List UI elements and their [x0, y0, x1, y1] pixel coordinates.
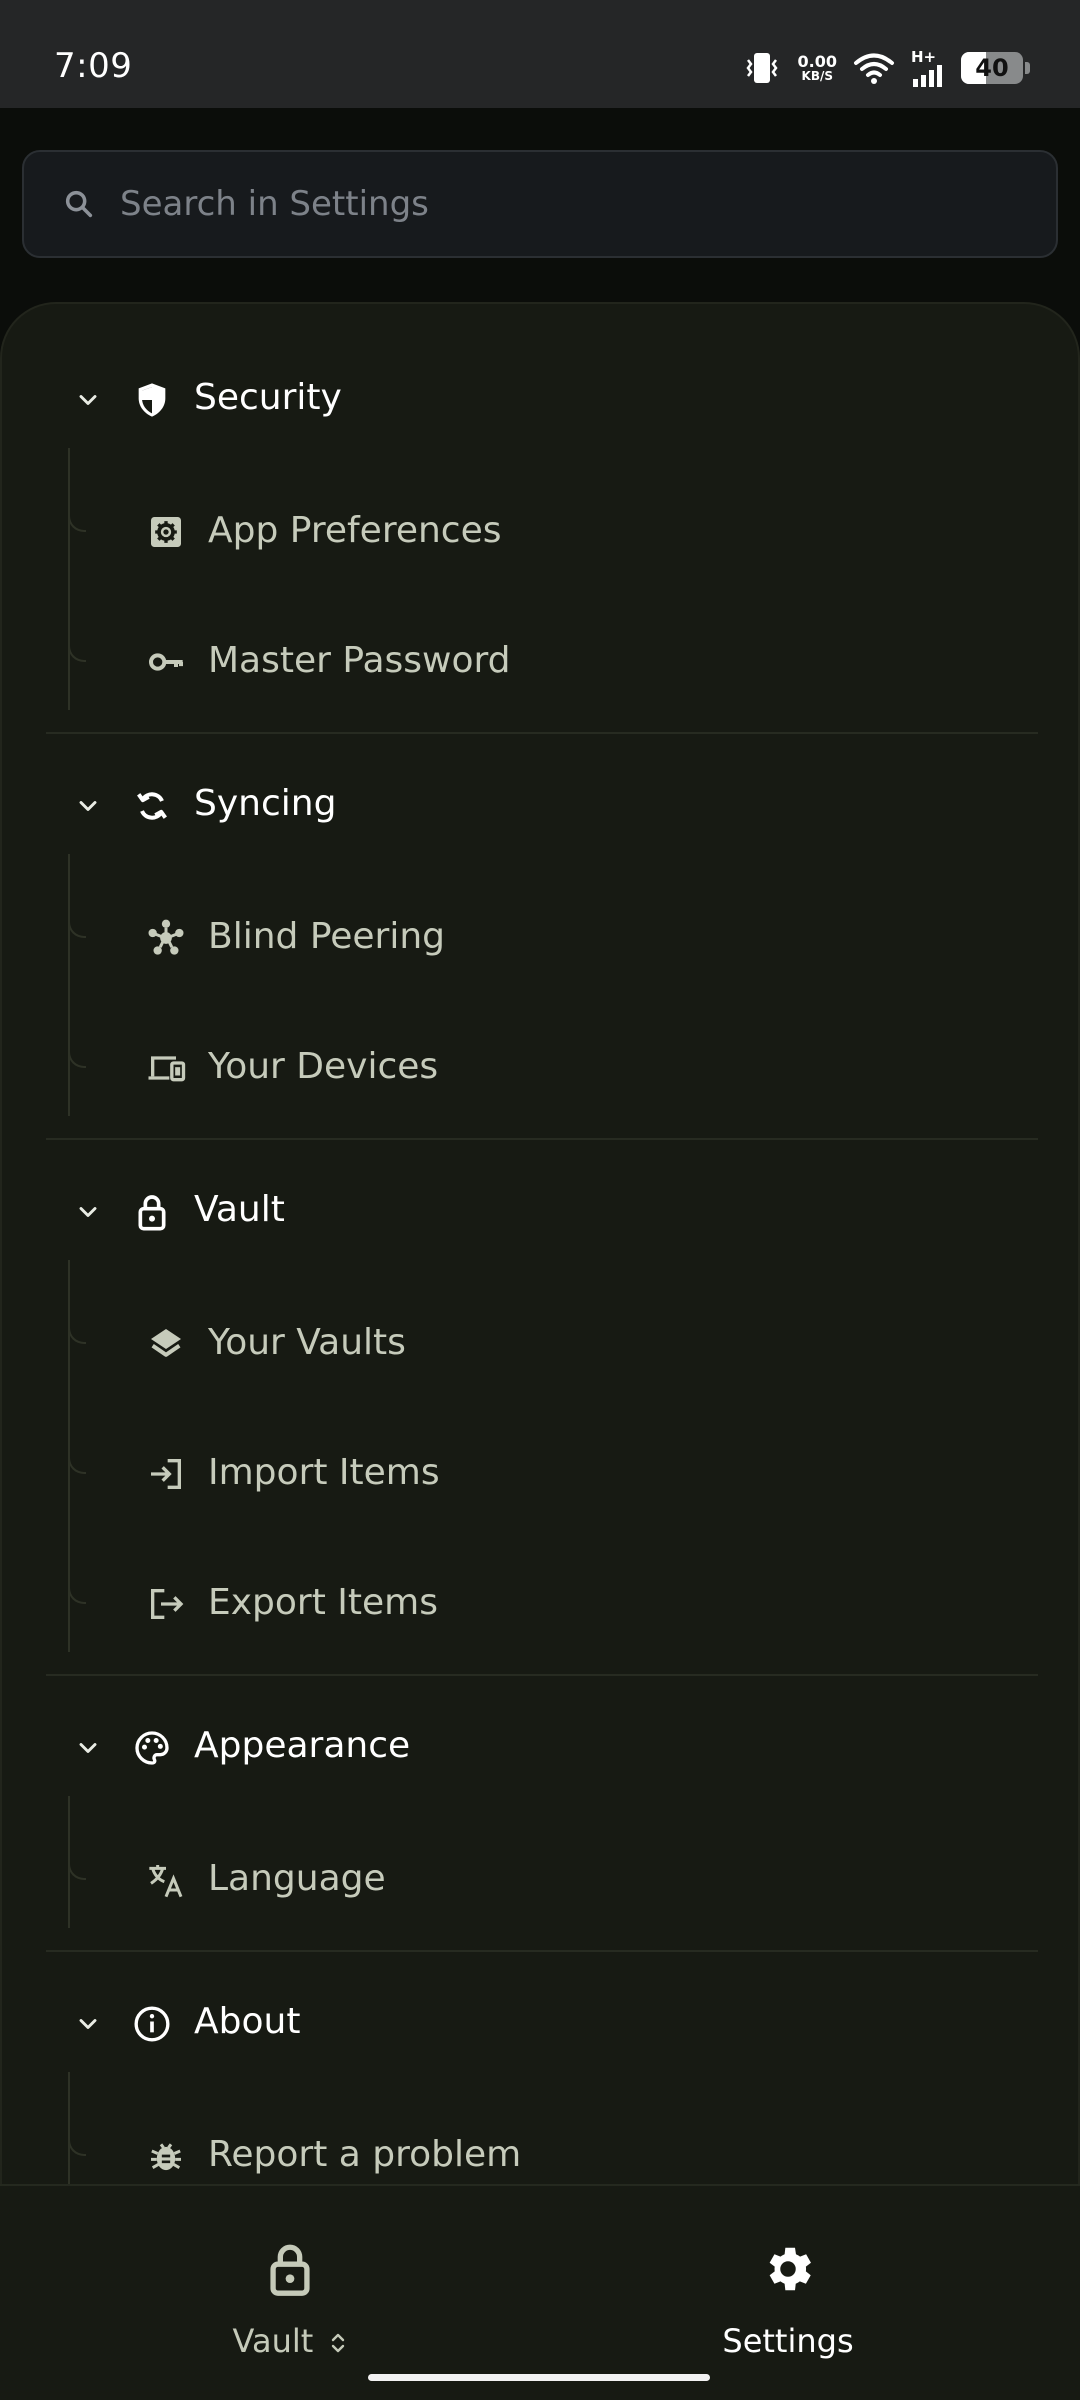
- section-title: Security: [194, 377, 342, 418]
- section-header-about[interactable]: About: [2, 1974, 1080, 2074]
- search-icon: [65, 190, 93, 218]
- unfold-icon: [332, 2333, 345, 2353]
- network-type: H+: [911, 47, 937, 66]
- bug-icon: [151, 2143, 181, 2171]
- settings-item-import-items[interactable]: Import Items: [68, 1414, 1052, 1534]
- section-divider: [46, 1950, 1038, 1952]
- import-icon: [151, 1459, 181, 1489]
- item-label: App Preferences: [208, 510, 502, 551]
- tree-elbow: [68, 1326, 86, 1344]
- nav-vault-label: Vault: [140, 2322, 440, 2360]
- status-bar: 7:09 0.00 KB/S H+ 40: [0, 0, 1080, 108]
- chevron-down-icon: [79, 801, 97, 811]
- settings-item-export-items[interactable]: Export Items: [68, 1544, 1052, 1664]
- item-label: Master Password: [208, 640, 511, 681]
- chevron-down-icon: [79, 1743, 97, 1753]
- item-label: Language: [208, 1858, 386, 1899]
- nav-vault[interactable]: Vault: [140, 2240, 440, 2370]
- network-hub-icon: [148, 919, 184, 955]
- nav-settings-label: Settings: [722, 2322, 854, 2360]
- tree-line: [68, 448, 70, 710]
- tree-elbow: [68, 1050, 86, 1068]
- key-icon: [149, 653, 183, 671]
- section-divider: [46, 1674, 1038, 1676]
- status-time: 7:09: [54, 46, 133, 86]
- tree-elbow: [68, 1586, 86, 1604]
- section-title: Vault: [194, 1189, 285, 1230]
- wifi-icon: [853, 51, 895, 85]
- tree-elbow: [68, 644, 86, 662]
- net-speed: 0.00 KB/S: [797, 52, 837, 83]
- translate-icon: [149, 1865, 183, 1898]
- cell-signal: H+: [911, 47, 945, 87]
- item-label: Your Vaults: [208, 1322, 406, 1363]
- tree-elbow: [68, 1862, 86, 1880]
- devices-icon: [148, 1056, 186, 1082]
- vibrate-icon: [742, 51, 782, 85]
- tree-line: [68, 854, 70, 1116]
- settings-panel: Security App Preferences Master Password…: [0, 302, 1080, 2204]
- section-header-vault[interactable]: Vault: [2, 1162, 1080, 1262]
- section-header-appearance[interactable]: Appearance: [2, 1698, 1080, 1798]
- tree-elbow: [68, 920, 86, 938]
- battery-indicator: 40: [961, 52, 1023, 84]
- tree-elbow: [68, 2138, 86, 2156]
- settings-item-your-devices[interactable]: Your Devices: [68, 1008, 1052, 1128]
- sync-icon: [137, 792, 167, 820]
- home-indicator[interactable]: [368, 2374, 710, 2381]
- item-label: Report a problem: [208, 2134, 522, 2175]
- chevron-down-icon: [79, 395, 97, 405]
- section-title: Syncing: [194, 783, 337, 824]
- palette-icon: [135, 1731, 169, 1765]
- status-icons: 0.00 KB/S H+ 40: [742, 46, 1030, 90]
- search-bar[interactable]: [22, 150, 1058, 258]
- item-label: Export Items: [208, 1582, 438, 1623]
- section-header-security[interactable]: Security: [2, 350, 1080, 450]
- settings-item-master-password[interactable]: Master Password: [68, 602, 1052, 722]
- tree-elbow: [68, 514, 86, 532]
- tree-elbow: [68, 1456, 86, 1474]
- battery-cap: [1025, 62, 1030, 74]
- section-title: Appearance: [194, 1725, 411, 1766]
- net-speed-value: 0.00: [797, 52, 837, 71]
- chevron-down-icon: [79, 2019, 97, 2029]
- export-icon: [151, 1589, 184, 1619]
- lock-icon: [270, 2244, 310, 2296]
- net-speed-unit: KB/S: [801, 69, 833, 83]
- item-label: Your Devices: [208, 1046, 439, 1087]
- nav-settings[interactable]: Settings: [638, 2240, 938, 2370]
- bottom-navigation: Vault Settings: [0, 2184, 1080, 2400]
- info-icon: [134, 2006, 170, 2042]
- signal-bars-icon: [913, 64, 942, 87]
- settings-item-blind-peering[interactable]: Blind Peering: [68, 878, 1052, 998]
- section-divider: [46, 732, 1038, 734]
- shield-icon: [138, 383, 166, 417]
- chevron-down-icon: [79, 1207, 97, 1217]
- section-divider: [46, 1138, 1038, 1140]
- layers-icon: [151, 1329, 181, 1357]
- lock-icon: [138, 1195, 166, 1231]
- section-header-syncing[interactable]: Syncing: [2, 756, 1080, 856]
- gear-icon: [769, 2247, 811, 2291]
- settings-item-your-vaults[interactable]: Your Vaults: [68, 1284, 1052, 1404]
- item-label: Import Items: [208, 1452, 440, 1493]
- settings-item-language[interactable]: Language: [68, 1820, 1052, 1940]
- search-input[interactable]: [120, 184, 980, 224]
- section-title: About: [194, 2001, 301, 2042]
- nav-vault-text: Vault: [232, 2322, 314, 2360]
- settings-item-app-preferences[interactable]: App Preferences: [68, 472, 1052, 592]
- battery-level: 40: [975, 54, 1009, 82]
- gear-box-icon: [151, 517, 181, 547]
- item-label: Blind Peering: [208, 916, 446, 957]
